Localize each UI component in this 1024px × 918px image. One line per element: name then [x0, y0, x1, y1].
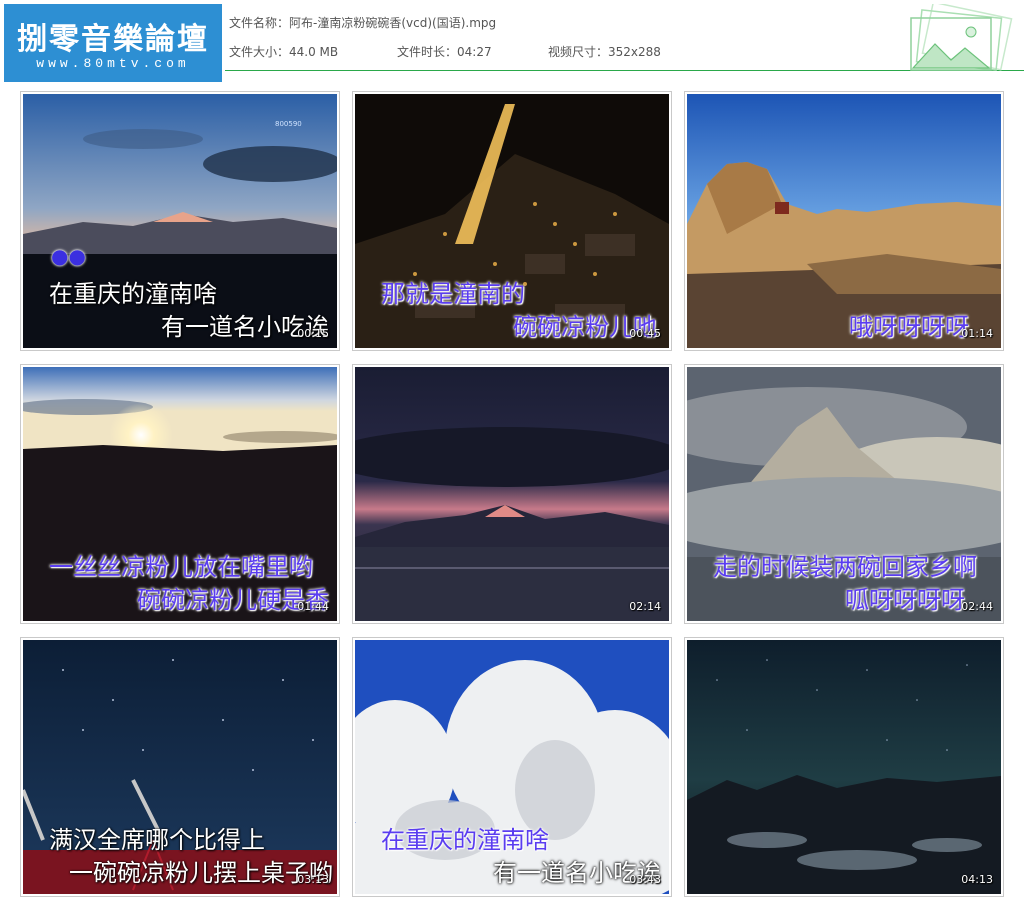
file-name-info: 文件名称：阿布-潼南凉粉碗碗香(vcd)(国语).mpg — [229, 14, 496, 31]
thumbnail-frame: 一丝丝凉粉儿放在嘴里哟 碗碗凉粉儿硬是香 01:44 — [23, 367, 337, 621]
header: 捌零音樂論壇 www.80mtv.com 文件名称：阿布-潼南凉粉碗碗香(vcd… — [0, 0, 1024, 82]
subtitle-line-1: 满汉全席哪个比得上 — [49, 826, 265, 854]
file-size-label: 文件大小： — [229, 45, 290, 59]
subtitle-line-1: 一丝丝凉粉儿放在嘴里哟 — [49, 553, 313, 581]
scene-lake-dusk — [355, 367, 669, 621]
video-dimensions-label: 视频尺寸： — [548, 45, 609, 59]
timestamp: 00:45 — [629, 327, 661, 340]
thumbnail-9[interactable]: 04:13 — [684, 637, 1004, 897]
timestamp: 02:44 — [961, 600, 993, 613]
channel-logo: 800590 — [275, 120, 302, 128]
scene-starry-mountains — [687, 640, 1001, 894]
thumbnail-1[interactable]: 800590 ●● 在重庆的潼南啥 有一道名小吃诶 00:15 — [20, 91, 340, 351]
timestamp: 01:14 — [961, 327, 993, 340]
file-name-label: 文件名称： — [229, 16, 290, 30]
thumbnail-3[interactable]: 哦呀呀呀呀 01:14 — [684, 91, 1004, 351]
thumbnail-frame: 满汉全席哪个比得上 一碗碗凉粉儿摆上桌子哟 03:13 — [23, 640, 337, 894]
file-size-info: 文件大小：44.0 MB — [229, 43, 338, 60]
thumbnail-5[interactable]: 02:14 — [352, 364, 672, 624]
video-dimensions-info: 视频尺寸：352x288 — [548, 43, 661, 60]
thumbnail-7[interactable]: 满汉全席哪个比得上 一碗碗凉粉儿摆上桌子哟 03:13 — [20, 637, 340, 897]
file-size-value: 44.0 MB — [289, 45, 339, 59]
timestamp: 01:44 — [297, 600, 329, 613]
thumbnail-frame: 走的时候装两碗回家乡啊 呱呀呀呀呀 02:44 — [687, 367, 1001, 621]
logo-url: www.80mtv.com — [36, 56, 190, 71]
subtitle-line-1: 那就是潼南的 — [381, 280, 525, 308]
file-name-value: 阿布-潼南凉粉碗碗香(vcd)(国语).mpg — [289, 16, 497, 30]
subtitle-line-2: 一碗碗凉粉儿摆上桌子哟 — [69, 859, 333, 887]
thumbnail-frame: 02:14 — [355, 367, 669, 621]
thumbnail-8[interactable]: 在重庆的潼南啥 有一道名小吃诶 03:43 — [352, 637, 672, 897]
timestamp: 03:43 — [629, 873, 661, 886]
subtitle-line-1: 在重庆的潼南啥 — [381, 826, 549, 854]
timestamp: 02:14 — [629, 600, 661, 613]
subtitle-line-2: 哦呀呀呀呀 — [849, 313, 969, 341]
file-duration-label: 文件时长： — [397, 45, 458, 59]
thumbnail-frame: 800590 ●● 在重庆的潼南啥 有一道名小吃诶 00:15 — [23, 94, 337, 348]
thumbnail-frame: 04:13 — [687, 640, 1001, 894]
video-dimensions-value: 352x288 — [608, 45, 661, 59]
karaoke-countdown-dots: ●● — [51, 244, 86, 268]
timestamp: 00:15 — [297, 327, 329, 340]
logo-title: 捌零音樂論壇 — [17, 22, 209, 57]
thumbnail-frame: 哦呀呀呀呀 01:14 — [687, 94, 1001, 348]
file-duration-info: 文件时长：04:27 — [397, 43, 492, 60]
photo-stack-icon — [910, 4, 1013, 71]
subtitle-line-1: 在重庆的潼南啥 — [49, 280, 217, 308]
timestamp: 03:13 — [297, 873, 329, 886]
thumbnail-frame: 在重庆的潼南啥 有一道名小吃诶 03:43 — [355, 640, 669, 894]
subtitle-line-1: 走的时候装两碗回家乡啊 — [713, 553, 977, 581]
thumbnail-4[interactable]: 一丝丝凉粉儿放在嘴里哟 碗碗凉粉儿硬是香 01:44 — [20, 364, 340, 624]
subtitle-line-2: 呱呀呀呀呀 — [845, 586, 965, 614]
thumbnail-2[interactable]: 那就是潼南的 碗碗凉粉儿吔 00:45 — [352, 91, 672, 351]
thumbnail-frame: 那就是潼南的 碗碗凉粉儿吔 00:45 — [355, 94, 669, 348]
timestamp: 04:13 — [961, 873, 993, 886]
file-duration-value: 04:27 — [457, 45, 492, 59]
forum-logo: 捌零音樂論壇 www.80mtv.com — [4, 4, 222, 82]
thumbnail-6[interactable]: 走的时候装两碗回家乡啊 呱呀呀呀呀 02:44 — [684, 364, 1004, 624]
